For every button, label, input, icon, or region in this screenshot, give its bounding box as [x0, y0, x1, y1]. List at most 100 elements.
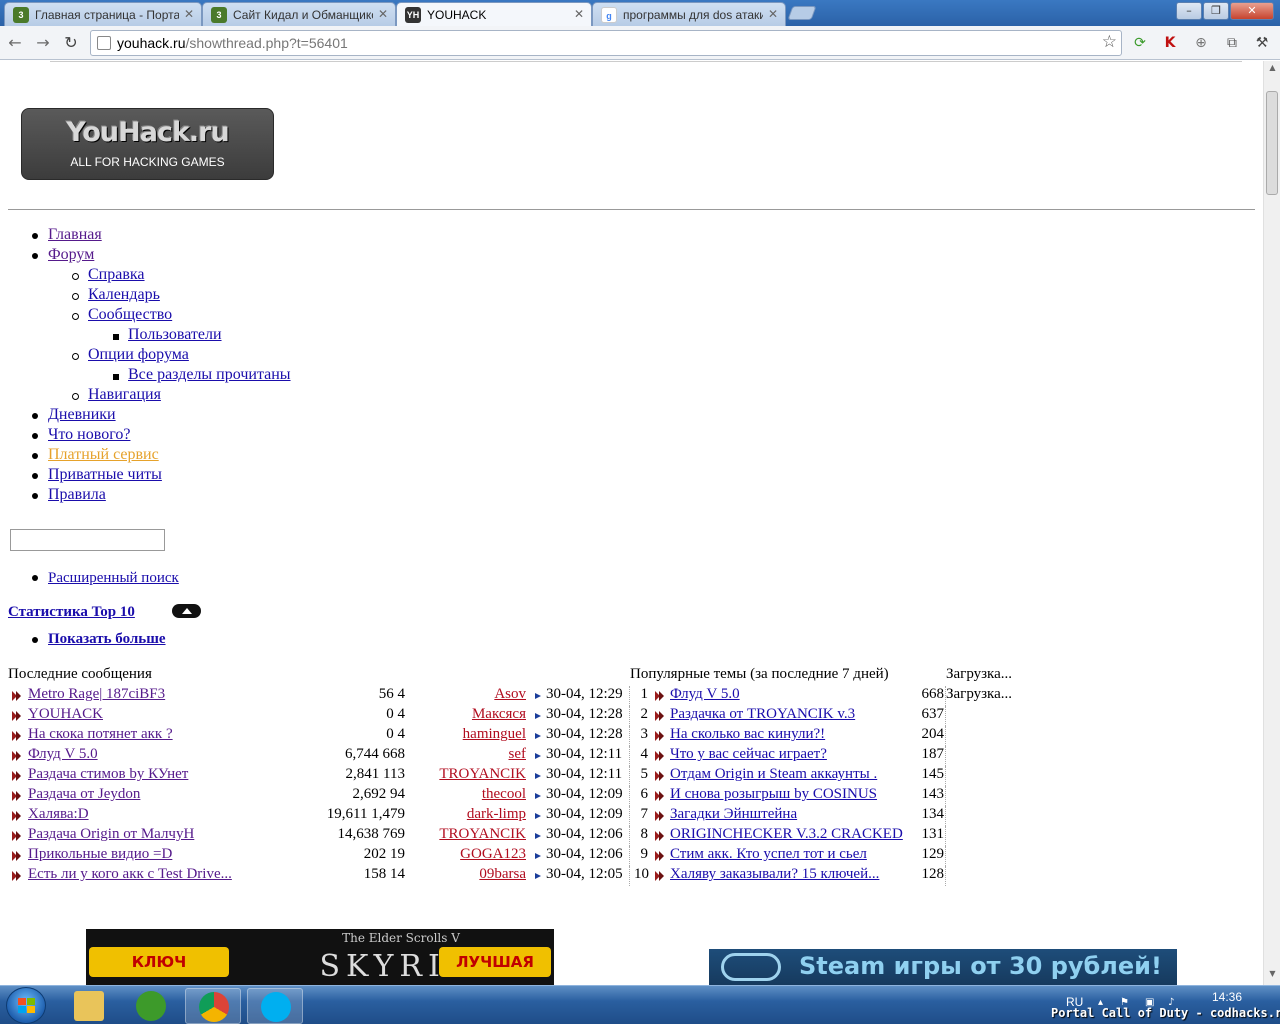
nav-paid-service[interactable]: Платный сервис — [48, 446, 159, 464]
stats-title[interactable]: Статистика Top 10 — [8, 604, 135, 621]
maximize-button[interactable]: ❐ — [1203, 2, 1229, 20]
wrench-icon[interactable]: ⚒ — [1252, 33, 1272, 53]
taskbar-explorer[interactable] — [61, 988, 117, 1024]
latest-user-link[interactable]: haminguel — [463, 726, 526, 743]
popular-thread-link[interactable]: Что у вас сейчас играет? — [670, 746, 827, 763]
latest-thread-link[interactable]: YOUHACK — [28, 706, 103, 723]
collapse-icon[interactable] — [172, 604, 201, 618]
tab-google-search[interactable]: g программы для dos атаки ✕ — [592, 2, 786, 26]
clock[interactable]: 14:36 — [1212, 990, 1242, 1004]
go-to-post-icon[interactable] — [535, 733, 541, 739]
latest-user-link[interactable]: 09barsa — [479, 866, 526, 883]
latest-user-link[interactable]: TROYANCIK — [439, 826, 526, 843]
latest-user-link[interactable]: Asov — [494, 686, 526, 703]
latest-user-link[interactable]: GOGA123 — [460, 846, 526, 863]
taskbar-chrome[interactable] — [185, 988, 241, 1024]
latest-thread-link[interactable]: Раздача Origin от МалчуН — [28, 826, 194, 843]
nav-calendar[interactable]: Календарь — [88, 286, 160, 304]
nav-help[interactable]: Справка — [88, 266, 145, 284]
advanced-search-link[interactable]: Расширенный поиск — [48, 568, 179, 588]
tab-youhack[interactable]: YH YOUHACK ✕ — [396, 2, 592, 26]
popular-thread-link[interactable]: На сколько вас кинули?! — [670, 726, 825, 743]
popular-thread-link[interactable]: Халяву заказывали? 15 ключей... — [670, 866, 879, 883]
latest-user-link[interactable]: dark-limp — [467, 806, 526, 823]
popular-thread-link[interactable]: Раздачка от TROYANCIK v.3 — [670, 706, 855, 723]
latest-user-link[interactable]: TROYANCIK — [439, 766, 526, 783]
go-to-post-icon[interactable] — [535, 873, 541, 879]
nav-community[interactable]: Сообщество — [88, 306, 172, 324]
steam-banner[interactable]: Steam игры от 30 рублей! — [709, 949, 1177, 985]
latest-user-link[interactable]: thecool — [482, 786, 526, 803]
latest-thread-link[interactable]: На скока потянет акк ? — [28, 726, 173, 743]
nav-forum-options[interactable]: Опции форума — [88, 346, 189, 364]
popular-thread-link[interactable]: ORIGINCHECKER V.3.2 CRACKED — [670, 826, 903, 843]
close-icon[interactable]: ✕ — [184, 7, 194, 21]
close-icon[interactable]: ✕ — [378, 7, 388, 21]
latest-thread-link[interactable]: Раздача от Jeydon — [28, 786, 140, 803]
nav-navigation[interactable]: Навигация — [88, 386, 161, 404]
latest-thread-link[interactable]: Есть ли у кого акк с Test Drive... — [28, 866, 232, 883]
go-to-post-icon[interactable] — [535, 773, 541, 779]
popular-thread-link[interactable]: Загадки Эйнштейна — [670, 806, 797, 823]
extension-green-icon[interactable]: ⟳ — [1130, 33, 1150, 53]
popular-thread-link[interactable]: И снова розыгрыш by COSINUS — [670, 786, 877, 803]
latest-thread-link[interactable]: Раздача стимов by КУнет — [28, 766, 188, 783]
close-icon[interactable]: ✕ — [574, 7, 584, 21]
popular-thread-link[interactable]: Отдам Origin и Steam аккаунты . — [670, 766, 877, 783]
kaspersky-icon[interactable]: K — [1160, 33, 1180, 53]
scroll-thumb[interactable] — [1266, 91, 1278, 195]
minimize-button[interactable]: – — [1176, 2, 1202, 20]
go-to-post-icon[interactable] — [535, 793, 541, 799]
new-tab-button[interactable] — [787, 6, 817, 20]
search-input[interactable] — [10, 529, 165, 551]
nav-users[interactable]: Пользователи — [128, 326, 222, 344]
forward-icon[interactable]: → — [32, 32, 54, 54]
close-icon[interactable]: ✕ — [768, 7, 778, 21]
latest-thread-link[interactable]: Флуд V 5.0 — [28, 746, 98, 763]
go-to-post-icon[interactable] — [535, 813, 541, 819]
bullet-icon — [32, 493, 38, 499]
url-text[interactable]: youhack.ru/showthread.php?t=56401 — [117, 35, 348, 51]
tab-codhacks-home[interactable]: 3 Главная страница - Порта ✕ — [4, 2, 202, 26]
taskbar-skype[interactable] — [247, 988, 303, 1024]
go-to-post-icon[interactable] — [535, 693, 541, 699]
thread-replies: 4 — [397, 726, 406, 742]
tab-scammers-site[interactable]: 3 Сайт Кидал и Обманщико ✕ — [202, 2, 396, 26]
latest-user-link[interactable]: Максяся — [472, 706, 526, 723]
vertical-scrollbar[interactable]: ▲ ▼ — [1263, 61, 1280, 985]
column-divider — [629, 726, 630, 746]
scroll-up-icon[interactable]: ▲ — [1264, 63, 1280, 77]
latest-thread-link[interactable]: Прикольные видио =D — [28, 846, 172, 863]
bookmark-star-icon[interactable]: ☆ — [1102, 32, 1117, 52]
go-to-post-icon[interactable] — [535, 753, 541, 759]
start-button[interactable] — [6, 987, 46, 1024]
extension-k-icon[interactable]: ⧉ — [1222, 33, 1242, 53]
globe-icon[interactable]: ⊕ — [1191, 33, 1211, 53]
table-row: Флуд V 5.0 6,744 668 sef 30-04, 12:11 4 Что у… — [0, 746, 1263, 766]
latest-thread-link[interactable]: Metro Rage| 187ciBF3 — [28, 686, 165, 703]
nav-forum[interactable]: Форум — [48, 246, 94, 264]
go-to-post-icon[interactable] — [535, 713, 541, 719]
taskbar-utorrent[interactable] — [123, 988, 179, 1024]
site-logo[interactable]: YouHack.ru ALL FOR HACKING GAMES — [21, 108, 274, 180]
go-to-post-icon[interactable] — [535, 833, 541, 839]
window-close-button[interactable]: ✕ — [1230, 2, 1274, 20]
nav-rules[interactable]: Правила — [48, 486, 106, 504]
popular-thread-link[interactable]: Стим акк. Кто успел тот и сьел — [670, 846, 867, 863]
show-more-link[interactable]: Показать больше — [48, 629, 166, 649]
nav-mark-all-read[interactable]: Все разделы прочитаны — [128, 366, 291, 384]
scroll-down-icon[interactable]: ▼ — [1264, 969, 1280, 983]
address-bar[interactable]: youhack.ru/showthread.php?t=56401 ☆ — [90, 30, 1122, 56]
skyrim-banner[interactable]: КЛЮЧ АКТИВАЦИИ The Elder Scrolls V SKYRI… — [86, 929, 554, 985]
nav-blogs[interactable]: Дневники — [48, 406, 116, 424]
popular-thread-link[interactable]: Флуд V 5.0 — [670, 686, 740, 703]
nav-home[interactable]: Главная — [48, 226, 102, 244]
latest-thread-link[interactable]: Халява:D — [28, 806, 89, 823]
nav-whats-new[interactable]: Что нового? — [48, 426, 130, 444]
go-to-post-icon[interactable] — [535, 853, 541, 859]
back-icon[interactable]: ← — [4, 32, 26, 54]
table-row: YOUHACK 0 4 Максяся 30-04, 12:28 2 Раздачка о… — [0, 706, 1263, 726]
nav-private-cheats[interactable]: Приватные читы — [48, 466, 162, 484]
reload-icon[interactable]: ↻ — [60, 32, 82, 54]
latest-user-link[interactable]: sef — [509, 746, 527, 763]
